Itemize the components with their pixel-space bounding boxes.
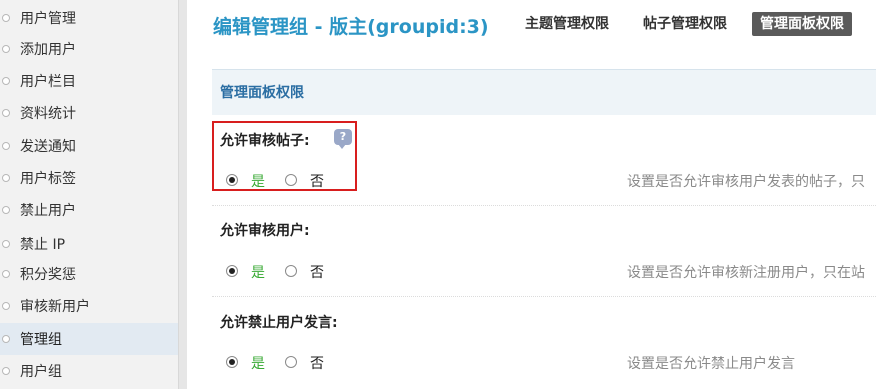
sidebar-item-send-notice[interactable]: 发送通知 [0,130,178,162]
radio-moderate-users-no[interactable] [285,265,297,277]
sidebar-item-ban-user[interactable]: 禁止用户 [0,194,178,226]
radio-ban-post-yes[interactable] [226,356,238,368]
sidebar-item-label: 资料统计 [20,106,76,122]
sidebar-item-credits[interactable]: 积分奖惩 [0,258,178,290]
sidebar-item-add-user[interactable]: 添加用户 [0,33,178,65]
sidebar-item-ban-ip[interactable]: 禁止 IP [0,228,178,260]
sidebar-scrollbar[interactable] [178,0,187,389]
sidebar-item-label: 积分奖惩 [20,267,76,283]
setting-description: 设置是否允许禁止用户发言 [627,356,795,372]
bullet-icon [2,206,10,214]
bullet-icon [2,302,10,310]
bullet-icon [2,45,10,53]
bullet-icon [2,14,10,22]
sidebar-item-label: 禁止 IP [20,237,66,253]
sidebar-item-label: 发送通知 [20,139,76,155]
radio-moderate-users-yes[interactable] [226,265,238,277]
bullet-icon [2,335,10,343]
sidebar-item-user-tags[interactable]: 用户标签 [0,162,178,194]
tab-thread-permissions[interactable]: 主题管理权限 [525,12,609,36]
section-title: 管理面板权限 [220,85,304,101]
highlight-box [212,121,357,191]
bullet-icon [2,240,10,248]
radio-label-yes: 是 [251,356,265,372]
sidebar-item-moderate-users[interactable]: 审核新用户 [0,290,178,322]
bullet-icon [2,174,10,182]
bullet-icon [2,77,10,85]
sidebar-item-user-management[interactable]: 用户管理 [0,2,178,34]
sidebar-item-label: 用户管理 [20,11,76,27]
page-title: 编辑管理组 - 版主(groupid:3) [213,16,489,38]
section-header: 管理面板权限 [212,69,876,115]
setting-description: 设置是否允许审核用户发表的帖子，只 [627,174,865,190]
sidebar-item-label: 用户组 [20,364,62,380]
setting-label-ban-post: 允许禁止用户发言: [220,315,338,331]
sidebar: 用户管理 添加用户 用户栏目 资料统计 发送通知 用户标签 禁止用户 禁止 IP… [0,0,178,389]
sidebar-item-label: 用户标签 [20,171,76,187]
sidebar-item-label: 添加用户 [20,42,76,58]
sidebar-item-label: 管理组 [20,332,62,348]
sidebar-item-user-groups[interactable]: 用户组 [0,355,178,387]
setting-label-moderate-users: 允许审核用户: [220,223,310,239]
sidebar-item-profile-stats[interactable]: 资料统计 [0,97,178,129]
radio-label-yes: 是 [251,265,265,281]
setting-description: 设置是否允许审核新注册用户，只在站 [627,265,865,281]
sidebar-item-label: 审核新用户 [20,299,90,315]
setting-row [212,205,876,297]
radio-label-no: 否 [310,265,324,281]
bullet-icon [2,270,10,278]
tab-panel-permissions[interactable]: 管理面板权限 [752,12,852,36]
bullet-icon [2,142,10,150]
bullet-icon [2,367,10,375]
bullet-icon [2,109,10,117]
sidebar-item-user-fields[interactable]: 用户栏目 [0,65,178,97]
radio-label-no: 否 [310,356,324,372]
sidebar-item-label: 用户栏目 [20,74,76,90]
sidebar-item-label: 禁止用户 [20,203,76,219]
radio-ban-post-no[interactable] [285,356,297,368]
sidebar-item-admin-groups[interactable]: 管理组 [0,323,178,355]
tab-post-permissions[interactable]: 帖子管理权限 [643,12,727,36]
